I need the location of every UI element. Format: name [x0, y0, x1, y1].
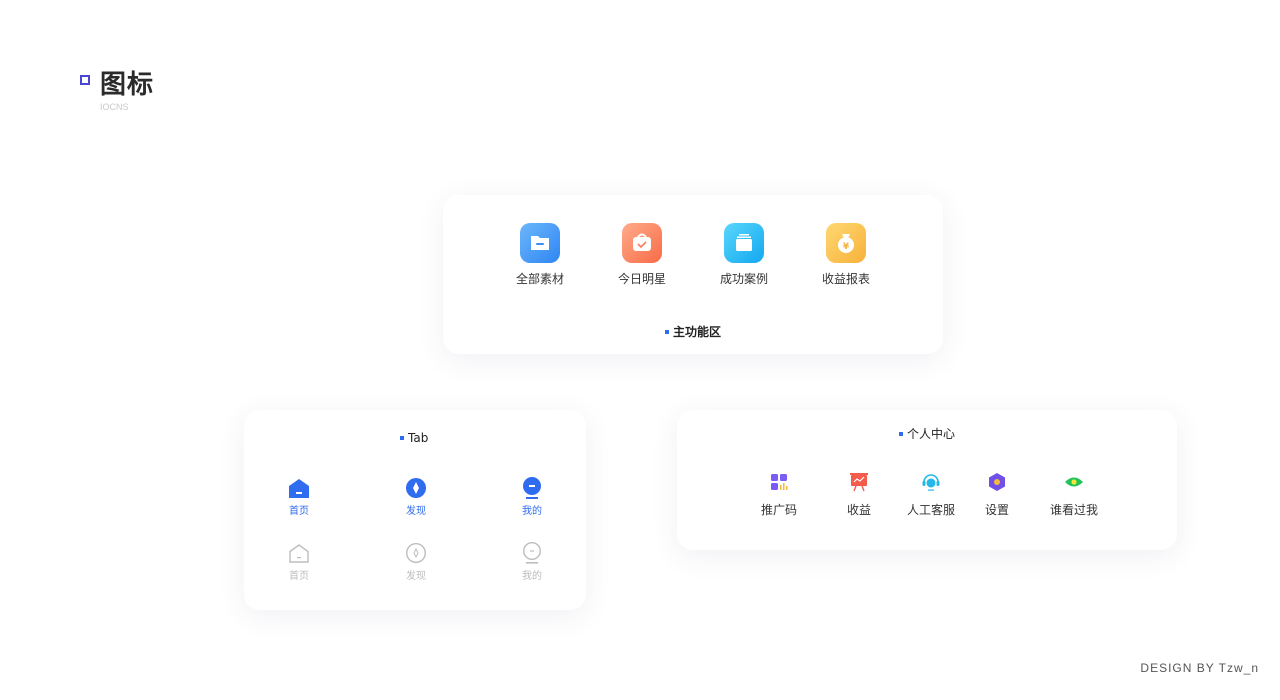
profile-icon [521, 477, 543, 499]
profile-item-label: 推广码 [760, 503, 797, 517]
personal-center-title: 个人中心 [899, 425, 955, 442]
function-item-today-star[interactable]: 今日明星 [602, 223, 682, 287]
eye-icon [1064, 472, 1084, 492]
function-item-all-materials[interactable]: 全部素材 [500, 223, 580, 287]
tab-mine-active[interactable]: 我的 [502, 477, 562, 517]
profile-item-label: 谁看过我 [1049, 503, 1098, 517]
function-item-success-cases[interactable]: 成功案例 [704, 223, 784, 287]
qr-code-icon [769, 472, 789, 492]
earnings-board-icon [849, 472, 869, 492]
tab-label: 发现 [406, 571, 426, 582]
money-bag-icon: ¥ [826, 223, 866, 263]
main-area-title: 主功能区 [665, 323, 721, 340]
tab-label: 我的 [522, 571, 542, 582]
tab-home-active[interactable]: 首页 [269, 477, 329, 517]
profile-item-settings[interactable]: 设置 [962, 472, 1032, 518]
home-outline-icon [288, 542, 310, 564]
design-credit: DESIGN BY Tzw_n [1140, 661, 1259, 675]
headset-icon [921, 472, 941, 492]
profile-item-label: 收益 [846, 503, 871, 517]
tab-discover-inactive[interactable]: 发现 [386, 542, 446, 582]
profile-item-promo-code[interactable]: 推广码 [744, 472, 814, 518]
profile-item-label: 人工客服 [906, 503, 955, 517]
profile-item-customer-service[interactable]: 人工客服 [896, 472, 966, 518]
function-item-label: 成功案例 [719, 272, 768, 286]
main-function-card: 全部素材 今日明星 成功案例 ¥ 收益报表 主功能区 [443, 195, 943, 354]
page-title: 图标 [100, 70, 155, 100]
compass-icon [405, 477, 427, 499]
profile-item-earnings[interactable]: 收益 [824, 472, 894, 518]
compass-outline-icon [405, 542, 427, 564]
function-item-earnings-report[interactable]: ¥ 收益报表 [806, 223, 886, 287]
tab-mine-inactive[interactable]: 我的 [502, 541, 562, 582]
bag-check-icon [622, 223, 662, 263]
bullet-icon [899, 431, 903, 436]
tab-home-inactive[interactable]: 首页 [269, 542, 329, 582]
bullet-icon [400, 436, 404, 440]
tab-discover-active[interactable]: 发现 [386, 477, 446, 517]
function-item-label: 收益报表 [821, 272, 870, 286]
tab-label: 首页 [289, 571, 309, 582]
function-item-label: 今日明星 [617, 272, 666, 286]
folder-icon [520, 223, 560, 263]
tab-card: Tab 首页 发现 我的 首页 发现 我的 [244, 410, 586, 610]
tab-label: 首页 [289, 506, 309, 517]
function-item-label: 全部素材 [515, 272, 564, 286]
settings-hex-icon [987, 472, 1007, 492]
home-icon [288, 477, 310, 499]
profile-item-who-viewed-me[interactable]: 谁看过我 [1039, 472, 1109, 518]
stack-icon [724, 223, 764, 263]
page-subtitle: IOCNS [100, 102, 129, 112]
profile-item-label: 设置 [984, 503, 1009, 517]
title-square-icon [80, 75, 90, 85]
profile-outline-icon [521, 541, 543, 564]
tab-label: 我的 [522, 506, 542, 517]
bullet-icon [665, 329, 669, 334]
personal-center-card: 个人中心 推广码 收益 人工客服 设置 谁看过我 [677, 410, 1177, 550]
tab-label: 发现 [406, 506, 426, 517]
svg-text:¥: ¥ [843, 242, 850, 252]
tab-area-title: Tab [400, 431, 428, 445]
